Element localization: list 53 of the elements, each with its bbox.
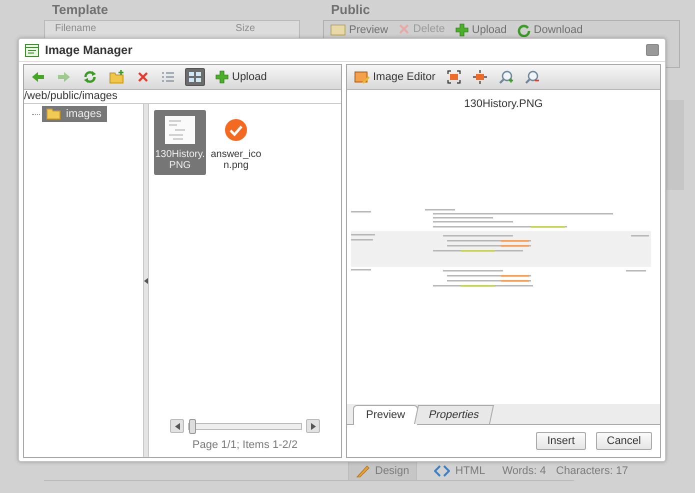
checkmark-icon xyxy=(224,118,248,142)
dialog-button[interactable]: Cancel xyxy=(596,432,652,450)
center-image-icon xyxy=(473,70,488,84)
window-icon xyxy=(25,44,39,56)
page-slider-thumb[interactable] xyxy=(189,418,196,434)
fit-icon xyxy=(447,70,462,84)
column-header: Filename xyxy=(55,23,96,36)
page-info: Page 1/1; Items 1-2/2 xyxy=(192,439,298,451)
picture-frame-icon xyxy=(330,23,346,37)
tab[interactable]: Preview xyxy=(353,405,418,425)
list-view-icon xyxy=(161,71,175,83)
image-filename: 130History.PNG xyxy=(463,98,544,110)
delete-icon xyxy=(137,71,149,83)
column-header: Size xyxy=(236,23,255,36)
next-page-button[interactable] xyxy=(306,419,320,433)
upload-button[interactable]: Upload xyxy=(213,68,269,86)
file-item[interactable]: 130History.PNG xyxy=(154,110,206,175)
right-arrow-icon xyxy=(310,422,316,430)
back-icon xyxy=(31,71,45,83)
plus-icon xyxy=(215,70,229,84)
folder-icon xyxy=(46,108,61,120)
zoom-in-button[interactable] xyxy=(497,68,516,86)
file-item[interactable]: answer_icon.png xyxy=(210,110,262,175)
image-thumbnail-icon xyxy=(165,116,195,144)
refresh-icon xyxy=(83,70,97,84)
image-editor-button[interactable]: Image Editor xyxy=(352,68,438,86)
tab[interactable]: Properties xyxy=(414,405,494,424)
public-heading: Public xyxy=(330,2,372,17)
template-heading: Template xyxy=(51,2,110,17)
dialog-button[interactable]: Insert xyxy=(536,432,586,450)
window-title: Image Manager xyxy=(45,43,134,57)
previous-page-button[interactable] xyxy=(170,419,184,433)
character-count: Characters: 17 xyxy=(556,465,628,477)
path-field[interactable]: /web/public/images xyxy=(24,90,341,104)
code-icon xyxy=(434,465,450,477)
delete-icon xyxy=(398,23,410,35)
scrollbar-track[interactable] xyxy=(666,100,684,190)
collapse-arrow-icon[interactable] xyxy=(144,278,148,284)
new-folder-icon xyxy=(109,70,125,84)
zoom-out-button[interactable] xyxy=(523,68,542,86)
pencil-icon xyxy=(356,464,370,478)
image-edit-icon xyxy=(354,70,370,84)
forward-icon xyxy=(57,71,71,83)
tree-folder-item[interactable]: images xyxy=(42,106,108,122)
left-arrow-icon xyxy=(174,422,180,430)
zoom-in-icon xyxy=(499,70,514,84)
actual-size-button[interactable] xyxy=(471,68,490,86)
fit-button[interactable] xyxy=(445,68,464,86)
zoom-out-icon xyxy=(525,70,540,84)
word-count: Words: 4 xyxy=(502,465,546,477)
plus-icon xyxy=(454,23,469,37)
thumbnail-view-button[interactable] xyxy=(185,68,205,86)
grid-view-icon xyxy=(188,71,202,83)
